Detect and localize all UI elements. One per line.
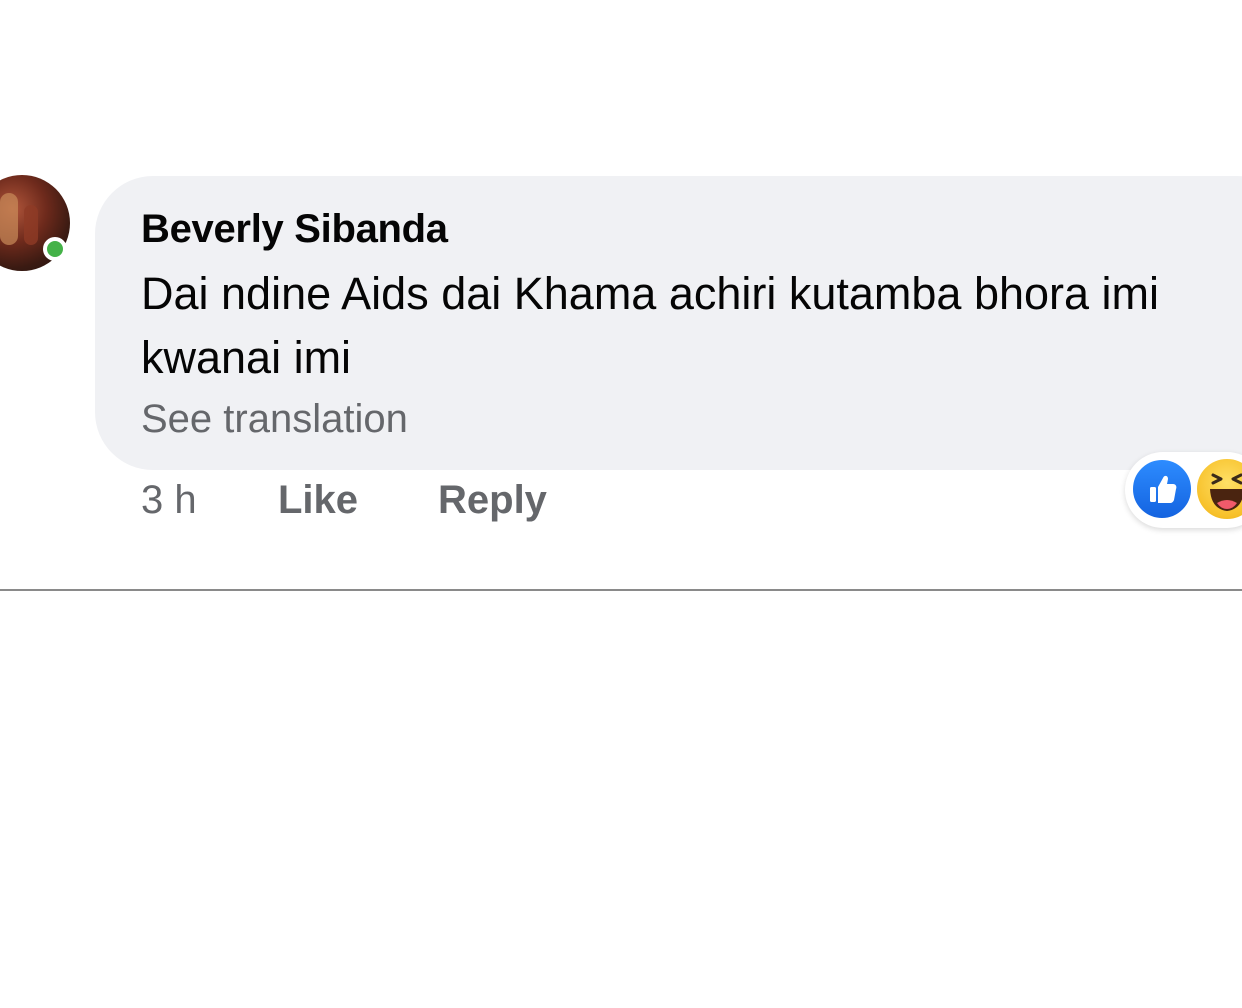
online-status-dot [43, 237, 67, 261]
comment-text: Dai ndine Aids dai Khama achiri kutamba … [141, 268, 1160, 383]
like-button[interactable]: Like [278, 478, 358, 523]
reply-button[interactable]: Reply [438, 478, 547, 523]
comment: Beverly Sibanda Dai ndine Aids dai Khama… [0, 0, 1242, 600]
comment-author[interactable]: Beverly Sibanda [141, 207, 448, 252]
avatar-figure [24, 205, 38, 245]
like-icon [1130, 457, 1194, 521]
haha-icon [1194, 456, 1242, 522]
page: Beverly Sibanda Dai ndine Aids dai Khama… [0, 0, 1242, 1008]
divider [0, 589, 1242, 591]
comment-timestamp: 3 h [141, 478, 197, 522]
see-translation-link[interactable]: See translation [141, 397, 408, 442]
avatar-figure [0, 193, 18, 245]
